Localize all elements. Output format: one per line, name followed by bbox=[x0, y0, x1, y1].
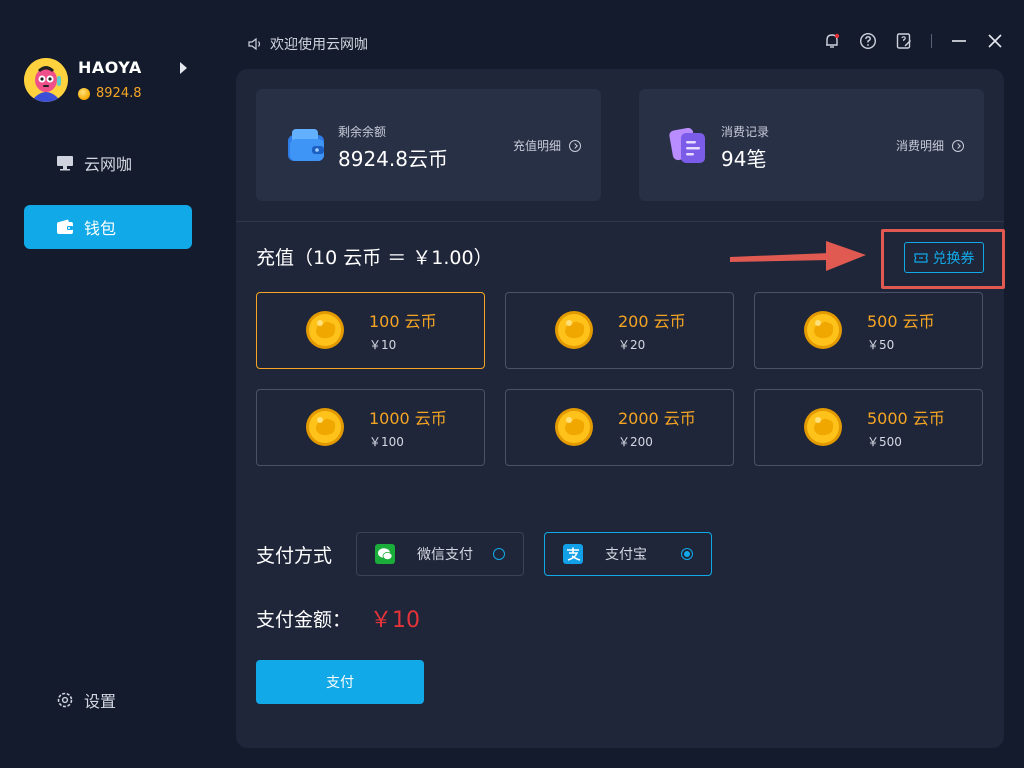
username: HAOYA bbox=[78, 58, 142, 77]
coin-amount: 500 云币 bbox=[867, 312, 935, 331]
wallet-icon bbox=[286, 125, 326, 165]
recharge-option-2000[interactable]: 2000 云币 ￥200 bbox=[505, 389, 734, 466]
sidebar-item-settings[interactable]: 设置 bbox=[56, 688, 116, 712]
records-label: 消费记录 bbox=[721, 125, 770, 139]
speaker-icon bbox=[248, 37, 264, 51]
radio-button[interactable] bbox=[681, 548, 693, 560]
annotation-arrow bbox=[730, 241, 866, 271]
coin-balance-value: 8924.8 bbox=[96, 86, 142, 101]
sidebar-item-cloud-cafe[interactable]: 云网咖 bbox=[24, 141, 192, 185]
redeem-coupon-button[interactable]: 兑换券 bbox=[904, 242, 984, 273]
recharge-option-100[interactable]: 100 云币 ￥10 bbox=[256, 292, 485, 369]
sidebar: HAOYA 8924.8 云网咖 钱包 设置 bbox=[0, 0, 216, 768]
user-profile[interactable]: HAOYA 8924.8 bbox=[24, 56, 194, 106]
payment-amount-label: 支付金额： bbox=[256, 609, 352, 631]
coin-price: ￥50 bbox=[867, 338, 895, 352]
recharge-details-label: 充值明细 bbox=[512, 139, 561, 153]
feedback-icon[interactable] bbox=[895, 32, 913, 50]
pay-button[interactable]: 支付 bbox=[256, 660, 424, 704]
sidebar-item-wallet[interactable]: 钱包 bbox=[24, 205, 192, 249]
coin-icon bbox=[554, 407, 594, 447]
wallet-icon bbox=[56, 219, 74, 235]
chevron-right-icon bbox=[569, 139, 581, 152]
monitor-icon bbox=[56, 155, 74, 171]
coin-amount: 1000 云币 bbox=[369, 409, 447, 428]
wechat-icon bbox=[375, 544, 395, 564]
settings-label: 设置 bbox=[84, 692, 117, 711]
sidebar-item-label: 钱包 bbox=[84, 219, 117, 238]
records-card: 消费记录 94笔 消费明细 bbox=[639, 89, 984, 201]
alipay-icon bbox=[563, 544, 583, 564]
close-icon[interactable] bbox=[986, 32, 1004, 50]
coin-price: ￥500 bbox=[867, 435, 902, 449]
consumption-details-link[interactable]: 消费明细 bbox=[896, 137, 964, 154]
recharge-option-500[interactable]: 500 云币 ￥50 bbox=[754, 292, 983, 369]
consumption-details-label: 消费明细 bbox=[895, 139, 944, 153]
bell-icon[interactable] bbox=[823, 32, 841, 50]
recharge-option-5000[interactable]: 5000 云币 ￥500 bbox=[754, 389, 983, 466]
payment-name: 微信支付 bbox=[417, 547, 473, 563]
top-bar: 欢迎使用云网咖 bbox=[236, 30, 1024, 60]
divider bbox=[236, 221, 1004, 222]
chevron-right-icon[interactable] bbox=[180, 62, 187, 74]
coin-icon bbox=[554, 310, 594, 350]
coin-amount: 5000 云币 bbox=[867, 409, 945, 428]
coin-price: ￥200 bbox=[618, 435, 653, 449]
radio-button[interactable] bbox=[493, 548, 505, 560]
coin-amount: 2000 云币 bbox=[618, 409, 696, 428]
payment-option-alipay[interactable]: 支付宝 bbox=[544, 532, 712, 576]
payment-amount-value: ￥10 bbox=[370, 608, 420, 633]
payment-name: 支付宝 bbox=[605, 547, 647, 563]
chevron-right-icon bbox=[952, 139, 964, 152]
help-icon[interactable] bbox=[859, 32, 877, 50]
coin-icon bbox=[305, 310, 345, 350]
payment-option-wechat[interactable]: 微信支付 bbox=[356, 532, 524, 576]
window-controls bbox=[823, 32, 1004, 50]
recharge-option-200[interactable]: 200 云币 ￥20 bbox=[505, 292, 734, 369]
ticket-icon bbox=[913, 252, 928, 264]
coin-amount: 200 云币 bbox=[618, 312, 686, 331]
avatar bbox=[24, 58, 68, 102]
coin-icon bbox=[305, 407, 345, 447]
payment-method-label: 支付方式 bbox=[256, 545, 333, 567]
balance-card: 剩余余额 8924.8云币 充值明细 bbox=[256, 89, 601, 201]
recharge-option-1000[interactable]: 1000 云币 ￥100 bbox=[256, 389, 485, 466]
redeem-label: 兑换券 bbox=[932, 250, 975, 267]
receipt-icon bbox=[669, 125, 709, 165]
welcome-banner: 欢迎使用云网咖 bbox=[248, 34, 368, 54]
wallet-panel: 剩余余额 8924.8云币 充值明细 消费记录 94笔 消费明细 充值（10 云… bbox=[236, 69, 1005, 748]
coin-icon bbox=[78, 87, 90, 100]
coin-balance: 8924.8 bbox=[78, 86, 142, 101]
minimize-icon[interactable] bbox=[950, 32, 968, 50]
welcome-text: 欢迎使用云网咖 bbox=[270, 37, 368, 53]
sidebar-item-label: 云网咖 bbox=[84, 155, 133, 174]
coin-price: ￥10 bbox=[369, 338, 397, 352]
records-value: 94笔 bbox=[721, 147, 767, 171]
coin-amount: 100 云币 bbox=[369, 312, 437, 331]
coin-icon bbox=[803, 407, 843, 447]
recharge-details-link[interactable]: 充值明细 bbox=[513, 137, 581, 154]
coin-price: ￥100 bbox=[369, 435, 404, 449]
coin-icon bbox=[803, 310, 843, 350]
balance-label: 剩余余额 bbox=[338, 125, 387, 139]
divider bbox=[931, 34, 932, 48]
gear-icon bbox=[56, 691, 74, 709]
balance-value: 8924.8云币 bbox=[338, 147, 448, 171]
coin-price: ￥20 bbox=[618, 338, 646, 352]
recharge-title: 充值（10 云币 ＝ ￥1.00） bbox=[256, 247, 493, 269]
